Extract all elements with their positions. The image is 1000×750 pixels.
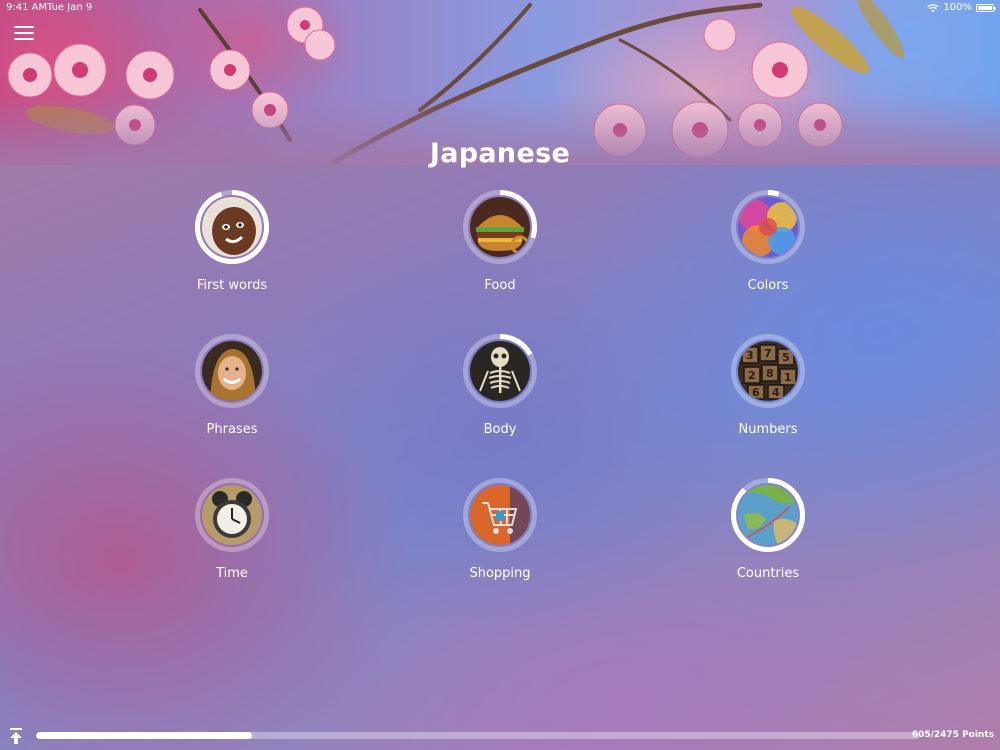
status-time: 9:41 AM: [6, 2, 48, 13]
svg-text:5: 5: [782, 351, 790, 364]
progress-ring: [463, 190, 537, 264]
progress-ring: 375 281 64: [731, 334, 805, 408]
child-face-image: [202, 197, 262, 257]
points-progress-track: [36, 732, 920, 739]
hamburger-menu-icon[interactable]: [14, 26, 34, 40]
page-title: Japanese: [429, 138, 571, 169]
category-label: Countries: [736, 566, 800, 581]
skeleton-image: [470, 341, 530, 401]
progress-ring: [731, 190, 805, 264]
category-label: Body: [483, 422, 517, 437]
battery-icon: [976, 4, 996, 12]
status-date: Tue Jan 9: [47, 2, 93, 13]
progress-ring: [731, 478, 805, 552]
letterpress-numbers-image: 375 281 64: [738, 341, 798, 401]
category-countries[interactable]: Countries: [678, 478, 858, 582]
shopping-cart-image: [470, 485, 530, 545]
category-body[interactable]: Body: [410, 334, 590, 438]
battery-percentage: 100%: [943, 2, 972, 13]
svg-text:8: 8: [766, 367, 774, 380]
points-label: 605/2475 Points: [911, 730, 994, 740]
category-first-words[interactable]: First words: [142, 190, 322, 294]
category-label: Colors: [747, 278, 789, 293]
points-progress-fill: [36, 732, 252, 739]
category-label: First words: [196, 278, 268, 293]
svg-text:1: 1: [784, 371, 792, 384]
smiling-woman-image: [202, 341, 262, 401]
burger-image: [470, 197, 530, 257]
svg-text:2: 2: [748, 369, 756, 382]
category-food[interactable]: Food: [410, 190, 590, 294]
status-indicators: 100%: [927, 0, 996, 16]
svg-text:3: 3: [746, 349, 754, 362]
status-bar: 9:41 AM Tue Jan 9 100%: [0, 0, 1000, 16]
category-time[interactable]: Time: [142, 478, 322, 582]
progress-ring: [195, 190, 269, 264]
category-phrases[interactable]: Phrases: [142, 334, 322, 438]
svg-text:4: 4: [772, 386, 780, 399]
progress-ring: [195, 334, 269, 408]
category-numbers[interactable]: 375 281 64 Numbers: [678, 334, 858, 438]
category-label: Time: [216, 566, 248, 581]
progress-ring: [195, 478, 269, 552]
color-powder-image: [738, 197, 798, 257]
category-colors[interactable]: Colors: [678, 190, 858, 294]
footer-progress-bar: 605/2475 Points: [0, 724, 1000, 750]
alarm-clock-image: [202, 485, 262, 545]
category-label: Food: [484, 278, 516, 293]
category-label: Shopping: [469, 566, 531, 581]
svg-text:6: 6: [752, 386, 760, 399]
progress-ring: [463, 334, 537, 408]
world-map-image: [738, 485, 798, 545]
arrow-up-to-top-icon[interactable]: [8, 727, 24, 745]
category-label: Phrases: [206, 422, 258, 437]
category-shopping[interactable]: Shopping: [410, 478, 590, 582]
svg-text:7: 7: [764, 347, 772, 360]
progress-ring: [463, 478, 537, 552]
category-label: Numbers: [738, 422, 798, 437]
wifi-icon: [927, 3, 940, 12]
